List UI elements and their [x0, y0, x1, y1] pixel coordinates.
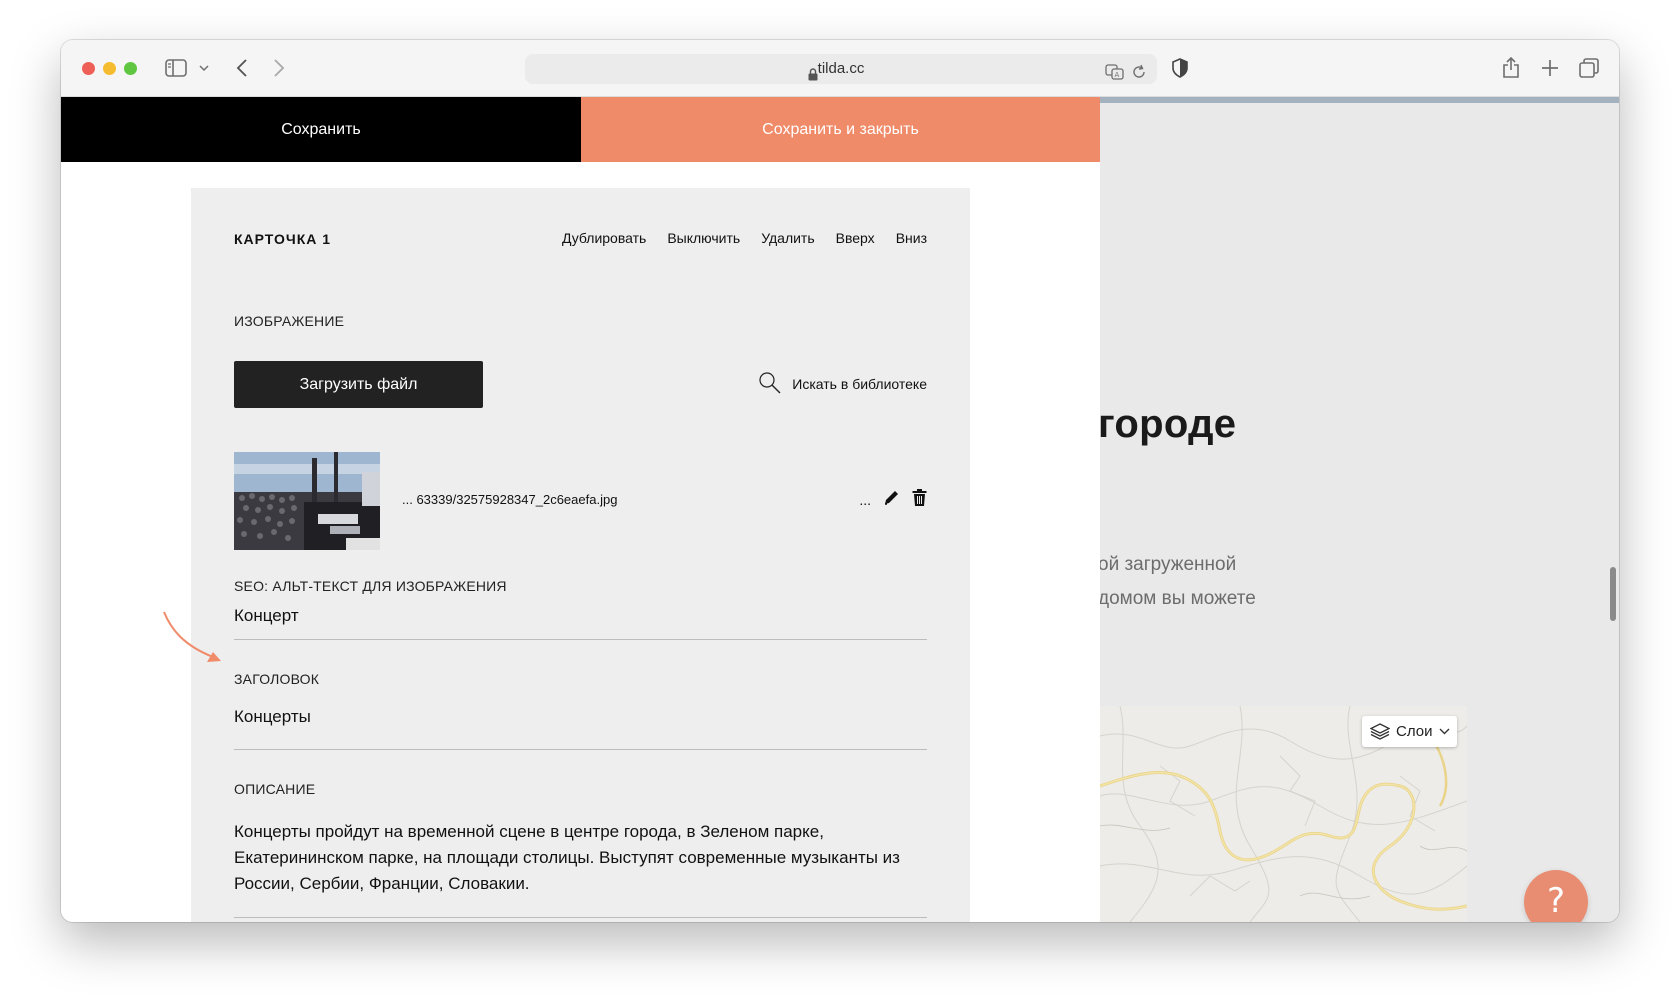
card-editor-panel: Сохранить Сохранить и закрыть КАРТОЧКА 1… — [61, 97, 1100, 922]
tab-overview-icon[interactable] — [1579, 58, 1599, 78]
pencil-icon[interactable] — [883, 489, 900, 511]
forward-icon[interactable] — [273, 59, 285, 77]
address-bar[interactable]: tilda.cc A — [525, 54, 1157, 84]
minimize-window-button[interactable] — [103, 62, 116, 75]
close-window-button[interactable] — [82, 62, 95, 75]
alt-text-input[interactable]: Концерт — [234, 606, 299, 626]
more-options-button[interactable]: ... — [859, 492, 871, 508]
card-actions: Дублировать Выключить Удалить Вверх Вниз — [562, 230, 927, 246]
description-underline — [234, 917, 927, 918]
library-search-link[interactable]: Искать в библиотеке — [758, 369, 927, 399]
zoom-window-button[interactable] — [124, 62, 137, 75]
map-widget[interactable]: Слои — [1100, 706, 1467, 922]
chevron-down-icon[interactable] — [199, 65, 209, 72]
new-tab-icon[interactable] — [1541, 59, 1559, 77]
page-content: городе ой загруженной домом вы можете Сл… — [61, 97, 1619, 922]
page-preview: городе ой загруженной домом вы можете Сл… — [1100, 97, 1619, 922]
back-icon[interactable] — [236, 59, 248, 77]
sidebar-toggle-icon[interactable] — [165, 59, 187, 77]
alt-text-label: SEO: АЛЬТ-ТЕКСТ ДЛЯ ИЗОБРАЖЕНИЯ — [234, 578, 507, 594]
image-thumbnail[interactable] — [234, 452, 380, 550]
preview-text-line-2: домом вы можете — [1100, 588, 1256, 609]
browser-toolbar: tilda.cc A — [61, 40, 1619, 97]
preview-heading: городе — [1100, 402, 1237, 446]
preview-text-line-1: ой загруженной — [1100, 554, 1237, 575]
heading-underline — [234, 749, 927, 750]
duplicate-card-link[interactable]: Дублировать — [562, 230, 646, 246]
delete-card-link[interactable]: Удалить — [761, 230, 814, 246]
reload-icon[interactable] — [1131, 61, 1147, 91]
preview-image-strip — [1100, 97, 1619, 103]
svg-text:A: A — [1115, 71, 1120, 79]
image-file-name: ... 63339/32575928347_2c6eaefa.jpg — [402, 492, 618, 507]
translate-icon[interactable]: A — [1105, 61, 1125, 91]
upload-file-button[interactable]: Загрузить файл — [234, 361, 483, 408]
move-up-link[interactable]: Вверх — [836, 230, 875, 246]
save-and-close-button[interactable]: Сохранить и закрыть — [581, 97, 1100, 162]
card-1: КАРТОЧКА 1 Дублировать Выключить Удалить… — [191, 188, 970, 922]
description-input[interactable]: Концерты пройдут на временной сцене в це… — [234, 819, 927, 897]
save-button[interactable]: Сохранить — [61, 97, 581, 162]
heading-label: ЗАГОЛОВОК — [234, 671, 320, 687]
description-label: ОПИСАНИЕ — [234, 781, 316, 797]
share-icon[interactable] — [1502, 56, 1520, 78]
browser-window: tilda.cc A городе ой загруженной домом в… — [61, 40, 1619, 922]
card-title: КАРТОЧКА 1 — [234, 231, 332, 247]
map-layers-button[interactable]: Слои — [1362, 716, 1457, 747]
alt-text-underline — [234, 639, 927, 640]
image-section-label: ИЗОБРАЖЕНИЕ — [234, 313, 345, 329]
shield-icon[interactable] — [1171, 58, 1189, 78]
heading-input[interactable]: Концерты — [234, 707, 311, 727]
search-icon — [758, 371, 782, 398]
url-text: tilda.cc — [817, 60, 865, 77]
image-file-tools: ... — [859, 489, 927, 511]
trash-icon[interactable] — [912, 489, 927, 511]
disable-card-link[interactable]: Выключить — [667, 230, 740, 246]
library-search-label: Искать в библиотеке — [792, 376, 927, 392]
move-down-link[interactable]: Вниз — [896, 230, 927, 246]
page-scrollbar[interactable] — [1610, 567, 1616, 621]
pointer-arrow-icon — [161, 609, 231, 674]
map-layers-label: Слои — [1396, 723, 1433, 740]
